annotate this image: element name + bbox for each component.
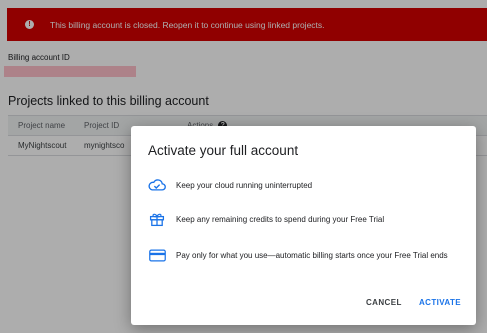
activate-account-dialog: Activate your full account Keep your clo…	[131, 126, 476, 325]
activate-button[interactable]: ACTIVATE	[415, 296, 465, 309]
dialog-title: Activate your full account	[148, 143, 299, 158]
feature-pay-as-you-go: Pay only for what you use—automatic bill…	[148, 246, 448, 264]
credit-card-icon	[148, 246, 166, 264]
feature-credits: Keep any remaining credits to spend duri…	[148, 210, 384, 228]
feature-uninterrupted: Keep your cloud running uninterrupted	[148, 176, 312, 194]
cancel-button[interactable]: CANCEL	[362, 296, 406, 309]
gift-icon	[148, 210, 166, 228]
cloud-check-icon	[148, 176, 166, 194]
feature-text: Keep your cloud running uninterrupted	[176, 180, 313, 190]
feature-text: Pay only for what you use—automatic bill…	[176, 250, 448, 260]
feature-text: Keep any remaining credits to spend duri…	[176, 214, 385, 224]
